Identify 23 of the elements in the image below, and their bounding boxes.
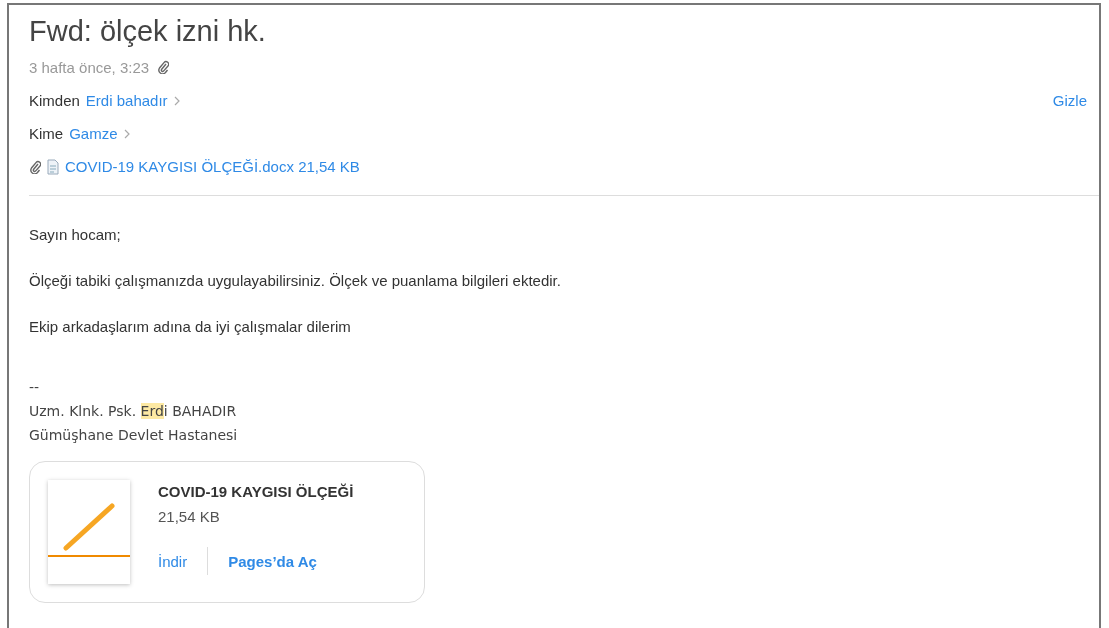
document-icon	[47, 158, 59, 175]
email-subject: Fwd: ölçek izni hk.	[29, 15, 267, 48]
signature-dashes: --	[29, 378, 41, 397]
signature-organization: Gümüşhane Devlet Hastanesi	[29, 426, 239, 445]
download-link[interactable]: İndir	[158, 552, 188, 570]
signature-name: Uzm. Klnk. Psk. Erdi BAHADIR	[29, 402, 238, 421]
chevron-icon	[123, 128, 130, 139]
recipient-link[interactable]: Gamze	[69, 125, 118, 142]
attachment-link[interactable]: COVID-19 KAYGISI ÖLÇEĞİ.docx 21,54 KB	[65, 158, 360, 175]
body-paragraph: Sayın hocam;	[29, 226, 122, 243]
from-label: Kimden	[29, 92, 80, 109]
pencil-icon	[48, 502, 130, 558]
to-label: Kime	[29, 125, 64, 142]
hide-link[interactable]: Gizle	[1052, 92, 1087, 109]
body-paragraph: Ölçeği tabiki çalışmanızda uygulayabilirsiniz. Ölçek ve puanlama bilgileri ektedir.	[29, 272, 562, 289]
attachment-size: 21,54 KB	[158, 508, 221, 525]
open-link[interactable]: Pages’da Aç	[228, 552, 317, 570]
attachment-title: COVID-19 KAYGISI ÖLÇEĞİ	[158, 483, 354, 500]
chevron-icon	[173, 95, 180, 106]
paperclip-icon	[29, 159, 41, 174]
body-paragraph: Ekip arkadaşlarım adına da iyi çalışmalar dilerim	[29, 318, 352, 335]
sender-link[interactable]: Erdi bahadır	[85, 92, 168, 109]
email-time: 3 hafta önce, 3:23	[29, 58, 150, 76]
